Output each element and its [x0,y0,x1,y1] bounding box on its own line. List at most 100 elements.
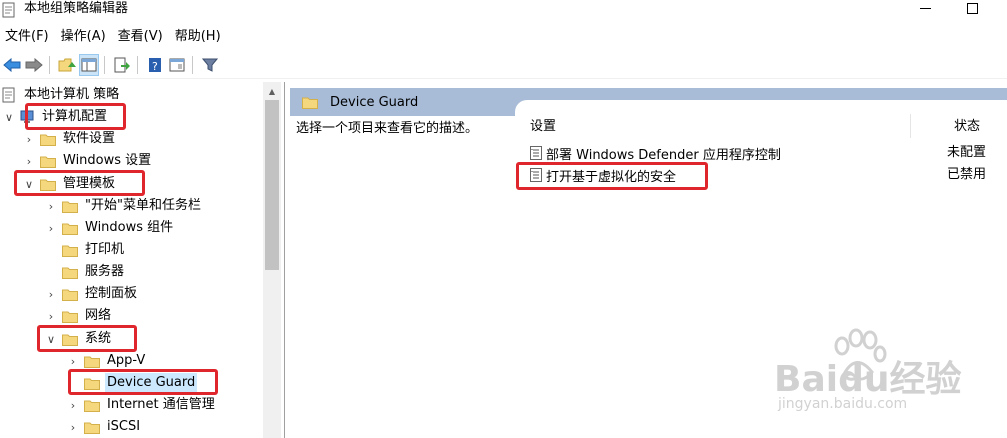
show-hide-tree-icon [81,58,97,71]
maximize-button[interactable] [952,0,992,16]
filter-button[interactable] [200,54,220,76]
folder-icon [62,201,78,213]
up-folder-button[interactable] [57,54,77,76]
chevron-right-icon[interactable]: › [44,287,58,301]
title-bar: 本地组策略编辑器 [0,0,1007,22]
chevron-right-icon[interactable]: › [22,132,36,146]
filter-icon [202,58,218,72]
folder-icon [40,156,56,168]
tree-item-control-panel[interactable]: › 控制面板 [44,283,139,305]
tree-item-windows-components[interactable]: › Windows 组件 [44,217,175,239]
tree-item-server[interactable]: 服务器 [62,261,126,283]
toolbar: ? [0,51,1007,79]
chevron-right-icon[interactable]: › [44,221,58,235]
tree-item-label: App-V [107,353,146,368]
highlight-computer-config [25,103,126,130]
policy-state: 未配置 [947,145,987,160]
back-button[interactable] [2,54,22,76]
tree-pane: 本地计算机 策略 ∨ 计算机配置 › 软件设置 › Windows 设置 ∨ 管… [0,82,285,438]
policy-editor-icon [2,2,16,18]
policy-row[interactable]: 部署 Windows Defender 应用程序控制 [530,142,781,164]
column-header-state[interactable]: 状态 [954,118,980,136]
description-text: 选择一个项目来查看它的描述。 [296,121,479,136]
folder-icon [62,223,78,235]
forward-icon [25,57,43,72]
policy-name: 部署 Windows Defender 应用程序控制 [546,147,781,163]
folder-icon [62,267,78,279]
watermark-brand: Baidu经验 [774,359,962,400]
tree-item-label: Windows 组件 [85,220,174,235]
show-hide-tree-button[interactable] [79,53,99,76]
tree-item-internet-comm[interactable]: › Internet 通信管理 [66,394,217,416]
baidu-watermark: Baidu经验 jingyan.baidu.com [770,328,1007,438]
tree-item-label: 打印机 [85,242,125,257]
scroll-up-arrow-icon[interactable]: ▲ [263,82,281,100]
window-title: 本地组策略编辑器 [24,1,129,16]
menu-bar: 文件(F) 操作(A) 查看(V) 帮助(H) [0,27,228,47]
tree-item-label: Internet 通信管理 [107,397,215,412]
folder-icon [40,134,56,146]
tree-item-printers[interactable]: 打印机 [62,239,126,261]
export-list-button[interactable] [112,54,132,76]
tree-item-label: 控制面板 [85,286,138,301]
minimize-button[interactable] [905,0,945,16]
forward-button[interactable] [24,54,44,76]
chevron-down-icon[interactable]: ∨ [2,110,16,124]
chevron-right-icon[interactable]: › [22,154,36,168]
menu-file[interactable]: 文件(F) [0,27,56,47]
highlight-system [37,325,137,352]
chevron-right-icon[interactable]: › [66,420,80,434]
tree-item-label: "开始"菜单和任务栏 [85,198,201,213]
chevron-right-icon[interactable]: › [66,354,80,368]
folder-icon [84,356,100,368]
up-folder-icon [58,58,76,71]
watermark-url: jingyan.baidu.com [778,396,908,412]
toolbar-separator [137,55,138,74]
tree-item-label: 服务器 [85,264,125,279]
chevron-right-icon[interactable]: › [44,199,58,213]
tree-scrollbar[interactable]: ▲ [263,82,281,438]
highlight-admin-templates [14,170,145,196]
help-button[interactable]: ? [145,54,165,76]
help-icon: ? [149,57,161,73]
export-list-icon [114,57,130,72]
back-icon [3,57,21,72]
tree-item-network[interactable]: › 网络 [44,305,113,327]
minimize-icon [919,7,931,9]
policy-doc-icon [2,87,15,103]
column-header-setting[interactable]: 设置 [530,118,556,136]
tree-item-software-settings[interactable]: › 软件设置 [22,128,117,150]
maximize-icon [966,2,978,14]
folder-icon [84,400,100,412]
tree-item-start-menu[interactable]: › "开始"菜单和任务栏 [44,195,203,217]
highlight-device-guard [68,369,218,395]
chevron-right-icon[interactable]: › [44,309,58,323]
tree-item-label: 软件设置 [63,131,116,146]
column-divider[interactable] [910,114,911,138]
details-header-title: Device Guard [330,94,419,110]
tree-item-label: 本地计算机 策略 [24,87,120,102]
tree-item-windows-settings[interactable]: › Windows 设置 [22,150,153,172]
folder-icon [62,311,78,323]
scroll-thumb[interactable] [265,100,279,270]
properties-button[interactable] [167,54,187,76]
toolbar-separator [192,55,193,74]
toolbar-separator [49,55,50,74]
chevron-right-icon[interactable]: › [66,398,80,412]
folder-icon [302,97,318,109]
folder-icon [84,422,100,434]
tree-item-label: Windows 设置 [63,153,152,168]
tree-item-label: iSCSI [107,419,141,434]
menu-view[interactable]: 查看(V) [113,27,170,47]
tree-item-iscsi[interactable]: › iSCSI [66,416,142,438]
highlight-virtualization-security [516,162,708,190]
policy-setting-icon [530,146,542,160]
tree-item-label: 网络 [85,308,112,323]
folder-icon [62,245,78,257]
menu-help[interactable]: 帮助(H) [170,27,228,47]
properties-icon [169,58,185,71]
svg-text:?: ? [152,60,158,73]
policy-state: 已禁用 [947,167,987,182]
toolbar-separator [104,55,105,74]
menu-action[interactable]: 操作(A) [56,27,113,47]
